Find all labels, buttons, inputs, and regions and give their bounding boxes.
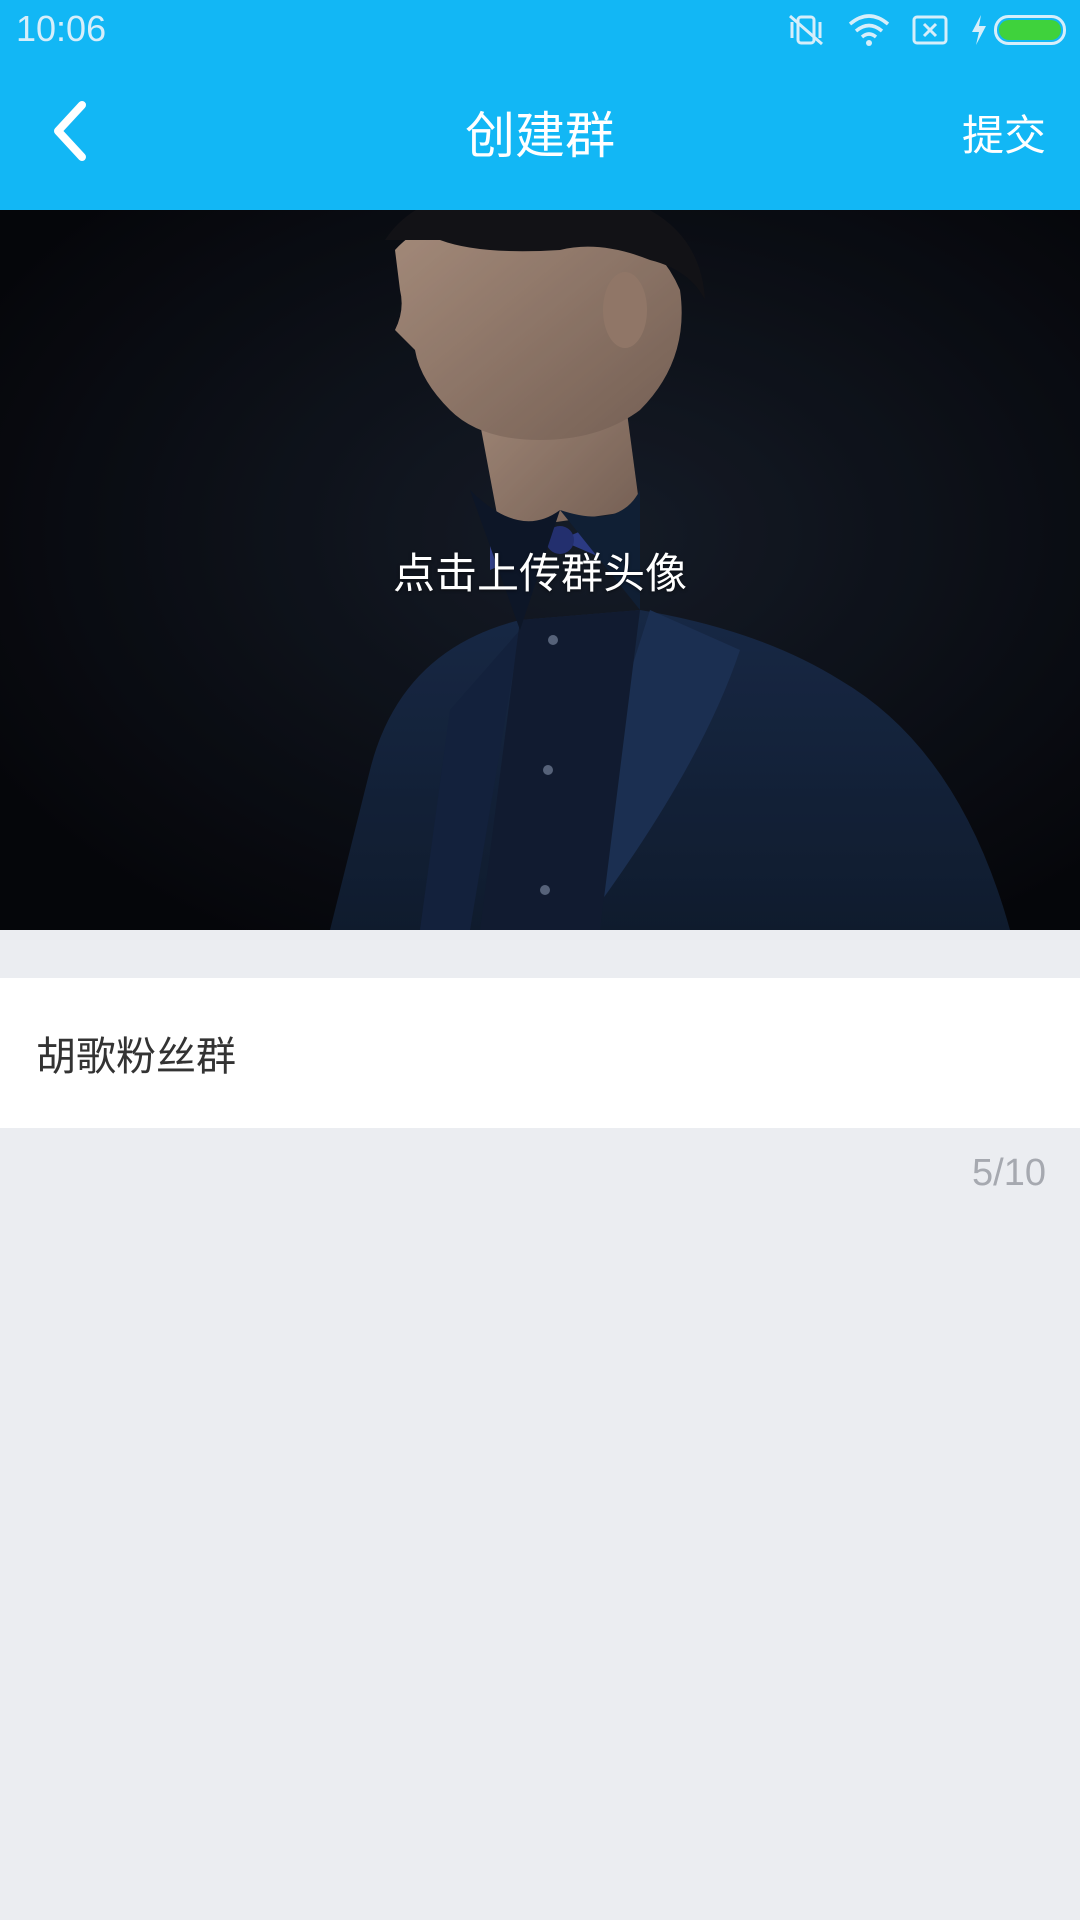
no-sim-icon <box>912 15 948 45</box>
charging-icon <box>970 14 988 46</box>
group-name-row <box>0 978 1080 1128</box>
status-icons <box>764 10 1066 50</box>
group-name-input[interactable] <box>36 978 1046 1128</box>
back-button[interactable] <box>40 98 100 168</box>
vibrate-off-icon <box>786 12 826 48</box>
app-header: 10:06 创建群 提交 <box>0 0 1080 210</box>
status-time: 10:06 <box>16 8 107 49</box>
page-title: 创建群 <box>465 107 615 165</box>
group-avatar-upload[interactable]: 点击上传群头像 <box>0 210 1080 930</box>
submit-button[interactable]: 提交 <box>962 62 1046 210</box>
char-counter: 5/10 <box>972 1152 1046 1194</box>
chevron-left-icon <box>50 101 90 165</box>
nav-bar: 创建群 提交 <box>0 62 1080 210</box>
upload-avatar-hint: 点击上传群头像 <box>392 548 687 598</box>
wifi-icon <box>848 13 890 47</box>
battery-icon <box>994 15 1066 45</box>
status-bar: 10:06 <box>0 0 1080 62</box>
